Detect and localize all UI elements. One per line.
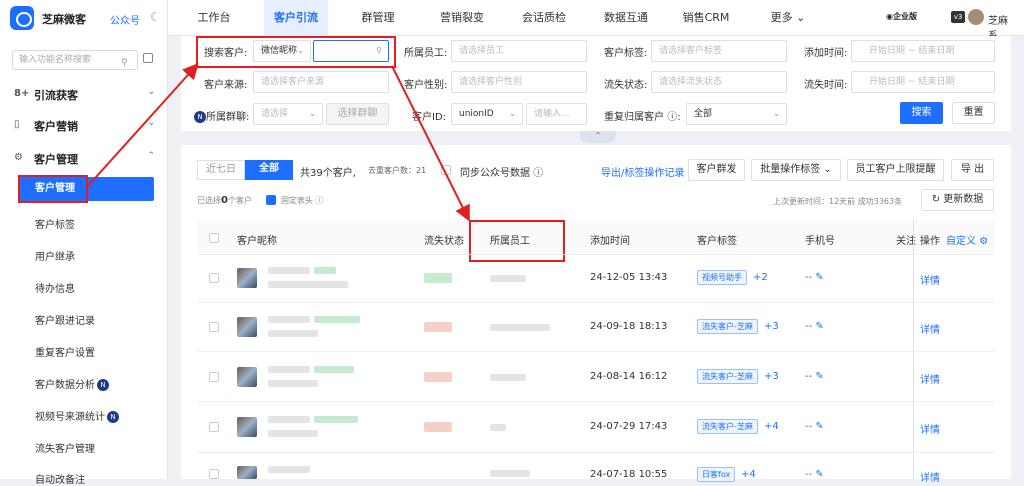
arrow-to-search xyxy=(87,63,199,187)
arrow-to-owner-column xyxy=(391,65,470,222)
annotation-arrows xyxy=(87,63,470,222)
